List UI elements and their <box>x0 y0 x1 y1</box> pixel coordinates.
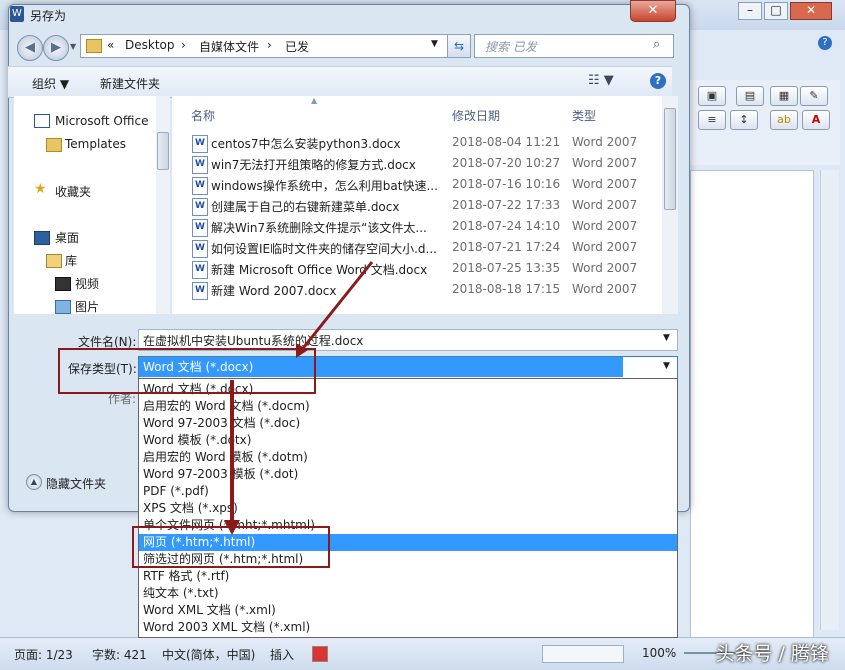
annotation-arrowhead-lower <box>224 520 240 535</box>
annotation-arrow-upper <box>298 261 374 353</box>
annotation-arrows <box>224 261 374 535</box>
